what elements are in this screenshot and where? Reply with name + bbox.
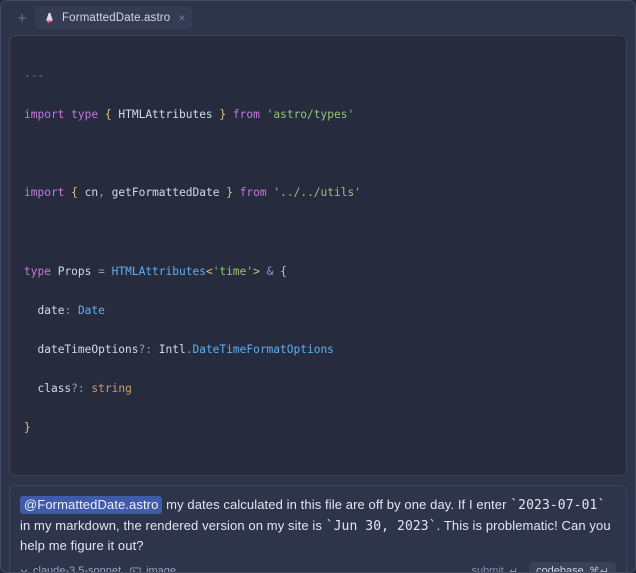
code-line: --- [24,68,45,82]
attach-image-label: image [146,565,177,573]
code-line: class?: string [37,382,132,396]
composer-container: @FormattedDate.astro my dates calculated… [1,476,635,573]
model-selector[interactable]: claude-3.5-sonnet [20,565,122,573]
code-editor[interactable]: --- import type { HTMLAttributes } from … [9,35,627,476]
close-icon[interactable]: × [176,12,185,24]
prompt-box[interactable]: @FormattedDate.astro my dates calculated… [9,485,627,573]
code-line: } [24,421,31,435]
new-tab-button[interactable]: + [11,7,33,29]
model-name: claude-3.5-sonnet [33,565,122,573]
composer-footer-left: claude-3.5-sonnet image [20,565,177,573]
code-line: type Props = HTMLAttributes<'time'> & { [24,264,287,278]
submit-button[interactable]: submit ↵ [468,563,521,573]
attach-image-button[interactable]: image [130,565,177,573]
image-icon [130,567,141,572]
code-line: dateTimeOptions?: Intl.DateTimeFormatOpt… [37,342,334,356]
submit-shortcut: ↵ [508,564,519,573]
prompt-text-1: my dates calculated in this file are off… [162,497,511,512]
prompt-input[interactable]: @FormattedDate.astro my dates calculated… [20,495,616,556]
code-content: --- import type { HTMLAttributes } from … [24,46,614,475]
editor-container: --- import type { HTMLAttributes } from … [1,35,635,476]
chevron-down-icon [20,569,28,572]
code-line: date: Date [37,303,105,317]
file-mention-chip[interactable]: @FormattedDate.astro [20,496,163,514]
submit-label: submit [471,565,504,573]
tab-bar: + FormattedDate.astro × [1,1,635,35]
tab-title: FormattedDate.astro [62,12,171,24]
astro-icon [45,12,54,24]
codebase-label: codebase [536,565,584,573]
prompt-code-2: `Jun 30, 2023` [325,518,437,534]
code-line: import type { HTMLAttributes } from 'ast… [24,107,355,121]
prompt-text-2: in my markdown, the rendered version on … [20,517,326,533]
composer-footer-right: submit ↵ codebase ⌘↵ [468,561,616,573]
prompt-code-1: `2023-07-01` [510,498,606,513]
cursor-composer-window: + FormattedDate.astro × --- import type … [0,0,636,573]
codebase-button[interactable]: codebase ⌘↵ [529,561,616,573]
code-line: import { cn, getFormattedDate } from '..… [24,186,361,200]
tab-formatteddate-astro[interactable]: FormattedDate.astro × [35,6,193,30]
codebase-shortcut: ⌘↵ [588,564,609,573]
composer-footer: claude-3.5-sonnet image submit ↵ codebas… [20,556,616,573]
